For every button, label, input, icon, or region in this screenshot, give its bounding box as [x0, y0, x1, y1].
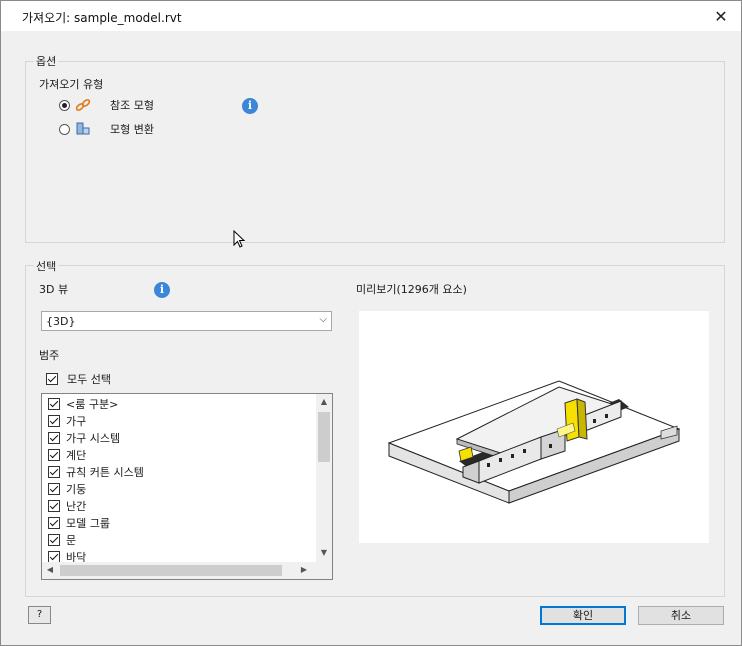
category-label: 문 — [66, 533, 77, 547]
reference-model-label[interactable]: 참조 모형 — [110, 97, 154, 113]
close-button[interactable]: ✕ — [701, 1, 741, 31]
scroll-up-icon[interactable]: ▲ — [316, 397, 332, 406]
options-group — [25, 61, 725, 243]
category-label: 기둥 — [66, 482, 87, 496]
category-checkbox[interactable] — [48, 465, 60, 478]
view-dropdown[interactable]: {3D} ⌵ — [41, 311, 332, 331]
convert-model-radio[interactable] — [59, 124, 70, 135]
options-group-label: 옵션 — [34, 53, 59, 69]
horizontal-scrollbar[interactable]: ◀ ▶ — [42, 562, 332, 579]
link-icon — [75, 99, 91, 111]
list-item[interactable]: 기둥 — [48, 480, 86, 497]
category-checkbox[interactable] — [48, 414, 60, 427]
model-preview-image — [387, 380, 681, 504]
category-checkbox[interactable] — [48, 516, 60, 529]
view-dropdown-value: {3D} — [46, 315, 76, 328]
category-checkbox[interactable] — [48, 448, 60, 461]
category-label: 범주 — [39, 349, 60, 362]
list-item[interactable]: 난간 — [48, 497, 86, 514]
list-item[interactable]: 규칙 커튼 시스템 — [48, 463, 144, 480]
vertical-scroll-thumb[interactable] — [318, 412, 330, 462]
cancel-button[interactable]: 취소 — [638, 606, 724, 625]
mouse-cursor-icon — [233, 230, 246, 248]
category-label: <룸 구분> — [66, 397, 119, 411]
select-all-checkbox[interactable] — [46, 373, 58, 385]
preview-pane — [359, 311, 709, 543]
import-dialog: 가져오기: sample_model.rvt ✕ 옵션 가져오기 유형 참조 모… — [0, 0, 742, 646]
view-info-icon[interactable]: i — [154, 282, 170, 298]
close-icon: ✕ — [714, 6, 728, 26]
category-checkbox[interactable] — [48, 482, 60, 495]
ok-button[interactable]: 확인 — [540, 606, 626, 625]
list-item[interactable]: 가구 — [48, 412, 86, 429]
list-item[interactable]: <룸 구분> — [48, 395, 118, 412]
info-icon[interactable]: i — [242, 98, 258, 114]
window-title: 가져오기: sample_model.rvt — [22, 11, 182, 25]
category-checkbox[interactable] — [48, 550, 60, 563]
category-list[interactable]: <룸 구분> 가구 가구 시스템 계단 규칙 커튼 시스템 기둥 난간 모델 그… — [41, 393, 333, 580]
category-label: 가구 — [66, 414, 87, 428]
category-label: 규칙 커튼 시스템 — [66, 465, 144, 479]
help-icon: ? — [36, 609, 43, 620]
category-label: 난간 — [66, 499, 87, 513]
chevron-down-icon: ⌵ — [319, 314, 327, 325]
scroll-left-icon[interactable]: ◀ — [42, 565, 58, 574]
vertical-scrollbar[interactable]: ▲ ▼ — [316, 394, 332, 562]
preview-label: 미리보기(1296개 요소) — [356, 283, 467, 296]
select-all-label[interactable]: 모두 선택 — [67, 371, 111, 387]
reference-model-radio[interactable] — [59, 100, 70, 111]
category-checkbox[interactable] — [48, 431, 60, 444]
category-checkbox[interactable] — [48, 499, 60, 512]
list-item[interactable]: 가구 시스템 — [48, 429, 120, 446]
convert-model-label[interactable]: 모형 변환 — [110, 121, 154, 137]
horizontal-scroll-thumb[interactable] — [60, 565, 282, 576]
category-label: 가구 시스템 — [66, 431, 121, 445]
import-type-label: 가져오기 유형 — [39, 78, 104, 91]
list-item[interactable]: 문 — [48, 531, 76, 548]
convert-model-icon — [76, 122, 90, 135]
list-item[interactable]: 계단 — [48, 446, 86, 463]
category-checkbox[interactable] — [48, 397, 60, 410]
list-item[interactable]: 모델 그룹 — [48, 514, 110, 531]
scroll-down-icon[interactable]: ▼ — [316, 548, 332, 557]
view-label: 3D 뷰 — [39, 283, 69, 296]
help-button[interactable]: ? — [28, 606, 51, 624]
category-checkbox[interactable] — [48, 533, 60, 546]
category-label: 모델 그룹 — [66, 516, 110, 530]
title-bar: 가져오기: sample_model.rvt ✕ — [1, 1, 741, 31]
category-label: 계단 — [66, 448, 87, 462]
scroll-right-icon[interactable]: ▶ — [296, 565, 312, 574]
selection-group-label: 선택 — [34, 258, 59, 274]
